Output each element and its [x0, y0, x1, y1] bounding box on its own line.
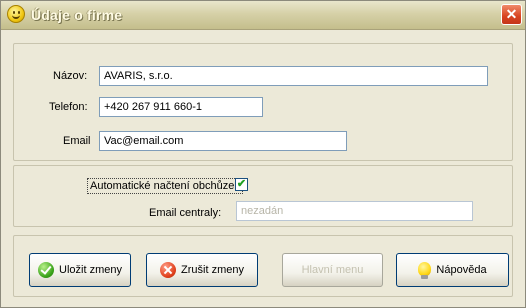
- save-button[interactable]: Uložit zmeny: [29, 253, 131, 287]
- name-field[interactable]: AVARIS, s.r.o.: [99, 66, 488, 86]
- central-email-label: Email centraly:: [149, 207, 222, 219]
- main-menu-button[interactable]: Hlavní menu: [282, 253, 383, 287]
- cancel-button[interactable]: Zrušit zmeny: [146, 253, 258, 287]
- phone-label: Telefon:: [49, 101, 88, 113]
- help-button-label: Nápovĕda: [436, 264, 487, 276]
- help-button[interactable]: Nápovĕda: [396, 253, 509, 287]
- main-menu-button-label: Hlavní menu: [301, 264, 364, 276]
- email-field[interactable]: Vac@email.com: [99, 131, 347, 151]
- lightbulb-icon: [418, 261, 432, 279]
- window-title: Údaje o firme: [31, 7, 123, 23]
- smiley-icon: [7, 5, 25, 23]
- cancel-icon: [160, 262, 177, 278]
- phone-field[interactable]: +420 267 911 660-1: [99, 97, 263, 117]
- title-bar[interactable]: Údaje o firme ✕: [1, 1, 525, 30]
- auto-load-checkbox[interactable]: ✔: [235, 178, 248, 191]
- cancel-button-label: Zrušit zmeny: [181, 264, 244, 276]
- check-icon: [38, 262, 55, 278]
- dialog-window: Údaje o firme ✕ Názov: AVARIS, s.r.o. Te…: [0, 0, 526, 308]
- save-button-label: Uložit zmeny: [59, 264, 122, 276]
- central-email-field[interactable]: nezadán: [236, 201, 473, 221]
- name-label: Názov:: [53, 70, 88, 82]
- email-label: Email: [63, 135, 91, 147]
- auto-load-label[interactable]: Automatické načtení obchůzek: [87, 178, 243, 194]
- close-button[interactable]: ✕: [501, 4, 522, 25]
